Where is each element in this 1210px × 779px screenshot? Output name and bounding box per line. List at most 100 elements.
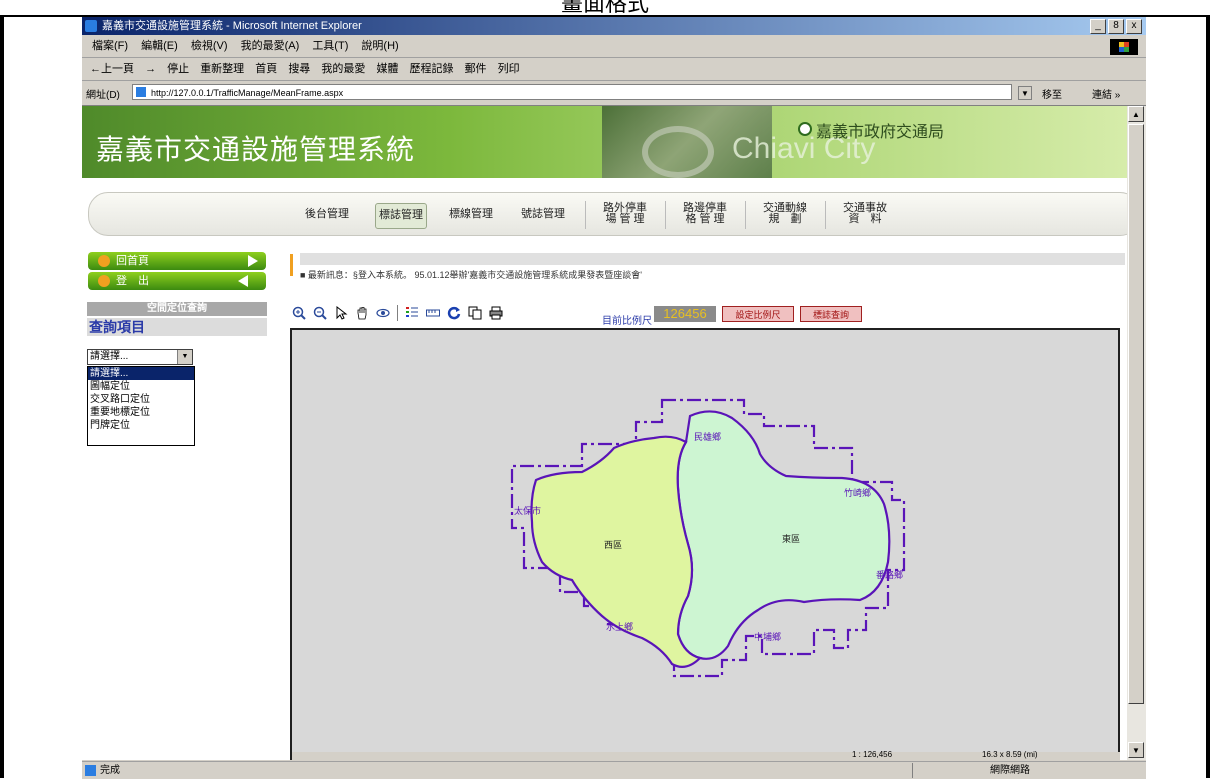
news-message: ■ 最新訊息：§登入本系統。 95.01.12舉辦'嘉義市交通設施管理系統成果發… — [300, 270, 642, 280]
zoom-in-icon[interactable] — [292, 306, 306, 320]
refresh-button[interactable]: 重新整理 — [200, 63, 244, 75]
nav-divider — [745, 201, 746, 229]
document-title: 畫面格式 — [0, 0, 1210, 17]
map-status-bar: 1 : 126,456 16.3 x 8.59 (mi) — [292, 750, 1120, 760]
go-button[interactable]: 移至 — [1042, 86, 1062, 101]
browser-toolbar: ←上一頁 → 停止 重新整理 首頁 搜尋 我的最愛 媒體 歷程記錄 郵件 列印 — [82, 58, 1146, 81]
arrow-left-icon — [238, 275, 248, 287]
query-option[interactable]: 圖幅定位 — [88, 380, 194, 393]
site-banner: 嘉義市交通設施管理系統 Chiavi City 嘉義市政府交通局 — [82, 106, 1127, 178]
query-option[interactable]: 門牌定位 — [88, 419, 194, 432]
logout-side-button[interactable]: 登 出 — [88, 272, 266, 290]
zoom-out-icon[interactable] — [313, 306, 327, 320]
home-icon — [98, 255, 110, 267]
government-logo-icon — [798, 122, 812, 136]
logout-label: 登 出 — [116, 275, 149, 287]
map-label-minxiong: 民雄鄉 — [694, 431, 721, 442]
search-button[interactable]: 搜尋 — [288, 63, 310, 75]
arrow-right-icon — [248, 255, 258, 267]
close-button[interactable]: x — [1126, 19, 1142, 34]
nav-accidents[interactable]: 交通事故 資 料 — [837, 203, 893, 227]
set-scale-button[interactable]: 設定比例尺 — [722, 306, 794, 322]
address-bar: 網址(D) http://127.0.0.1/TrafficManage/Mea… — [82, 81, 1146, 106]
forward-button[interactable]: → — [145, 63, 156, 75]
query-item-select[interactable]: 請選擇... ▼ — [87, 349, 193, 365]
nav-accidents-line2: 資 料 — [848, 213, 882, 225]
favorites-button[interactable]: 我的最愛 — [321, 63, 365, 75]
windows-logo-icon — [1110, 39, 1138, 55]
media-button[interactable]: 媒體 — [376, 63, 398, 75]
map-view[interactable]: 西區 東區 民雄鄉 太保市 竹崎鄉 番路鄉 水上鄉 中埔鄉 — [290, 328, 1120, 760]
menu-favorites[interactable]: 我的最愛(A) — [241, 40, 300, 52]
home-button[interactable]: 首頁 — [255, 63, 277, 75]
news-ticker-bar — [300, 253, 1125, 265]
maximize-button[interactable]: 8 — [1108, 19, 1124, 34]
document-border-left — [0, 15, 4, 778]
menu-file[interactable]: 檔案(F) — [92, 40, 128, 52]
select-arrow-icon[interactable] — [334, 306, 348, 320]
query-options-list: 請選擇... 圖幅定位 交叉路口定位 重要地標定位 門牌定位 — [87, 366, 195, 446]
nav-signs-label: 標誌管理 — [379, 209, 423, 221]
window-titlebar: 嘉義市交通設施管理系統 - Microsoft Internet Explore… — [82, 17, 1146, 35]
nav-signs[interactable]: 標誌管理 — [375, 203, 427, 229]
query-panel-title: 查詢項目 — [87, 318, 267, 336]
minimize-button[interactable]: _ — [1090, 19, 1106, 34]
nav-divider — [825, 201, 826, 229]
page-icon — [136, 87, 146, 97]
map-label-zhuqi: 竹崎鄉 — [844, 487, 871, 498]
nav-markings[interactable]: 標線管理 — [445, 203, 497, 227]
ie-window: 嘉義市交通設施管理系統 - Microsoft Internet Explore… — [82, 17, 1146, 779]
nav-traffic-flow[interactable]: 交通動線 規 劃 — [757, 203, 813, 227]
eye-icon[interactable] — [376, 306, 390, 320]
home-side-button[interactable]: 回首頁 — [88, 252, 266, 270]
query-option[interactable]: 請選擇... — [88, 367, 194, 380]
legend-icon[interactable] — [405, 306, 419, 320]
scroll-thumb[interactable] — [1128, 124, 1144, 704]
measure-icon[interactable] — [426, 306, 440, 320]
links-button[interactable]: 連結 » — [1092, 86, 1120, 101]
print-button[interactable]: 列印 — [498, 63, 520, 75]
pan-hand-icon[interactable] — [355, 306, 369, 320]
query-option[interactable]: 重要地標定位 — [88, 406, 194, 419]
toolbar-separator — [397, 305, 398, 321]
menu-help[interactable]: 說明(H) — [361, 40, 398, 52]
sign-query-button[interactable]: 標誌查詢 — [800, 306, 862, 322]
site-title: 嘉義市交通設施管理系統 — [96, 134, 416, 165]
map-label-taibao: 太保市 — [514, 505, 541, 516]
menu-tools[interactable]: 工具(T) — [312, 40, 348, 52]
map-label-shuishang: 水上鄉 — [606, 621, 633, 632]
nav-offstreet-parking[interactable]: 路外停車 場 管 理 — [597, 203, 653, 227]
mail-button[interactable]: 郵件 — [465, 63, 487, 75]
map-label-west: 西區 — [604, 540, 622, 550]
back-button[interactable]: ←上一頁 — [90, 63, 134, 75]
nav-onstreet-parking[interactable]: 路邊停車 格 管 理 — [677, 203, 733, 227]
map-label-fanlu: 番路鄉 — [876, 569, 903, 580]
address-input[interactable]: http://127.0.0.1/TrafficManage/MeanFrame… — [132, 84, 1012, 100]
map-status-size: 16.3 x 8.59 (mi) — [982, 750, 1038, 759]
vertical-scrollbar[interactable]: ▲ ▼ — [1127, 106, 1146, 760]
map-label-zhongpu: 中埔鄉 — [754, 631, 781, 642]
menu-view[interactable]: 檢視(V) — [191, 40, 228, 52]
chevron-down-icon[interactable]: ▼ — [177, 350, 192, 364]
stop-button[interactable]: 停止 — [167, 63, 189, 75]
west-district — [530, 435, 703, 669]
menu-edit[interactable]: 編輯(E) — [141, 40, 178, 52]
department-name: 嘉義市政府交通局 — [816, 124, 945, 141]
browser-status-bar: 完成 網際網路 — [82, 761, 1146, 779]
print-icon[interactable] — [489, 306, 503, 320]
nav-admin[interactable]: 後台管理 — [301, 203, 353, 227]
copy-icon[interactable] — [468, 306, 482, 320]
map-label-east: 東區 — [782, 533, 800, 544]
refresh-icon[interactable] — [447, 306, 461, 320]
address-dropdown-icon[interactable]: ▼ — [1018, 86, 1032, 100]
nav-traffic-flow-line2: 規 劃 — [768, 213, 802, 225]
logout-icon — [98, 275, 110, 287]
history-button[interactable]: 歷程記錄 — [410, 63, 454, 75]
scroll-up-icon[interactable]: ▲ — [1128, 106, 1144, 122]
window-controls: _ 8 x — [1090, 19, 1142, 34]
nav-divider — [665, 201, 666, 229]
scroll-down-icon[interactable]: ▼ — [1128, 742, 1144, 758]
nav-onstreet-line2: 格 管 理 — [685, 213, 725, 225]
query-option[interactable]: 交叉路口定位 — [88, 393, 194, 406]
nav-signals[interactable]: 號誌管理 — [517, 203, 569, 227]
